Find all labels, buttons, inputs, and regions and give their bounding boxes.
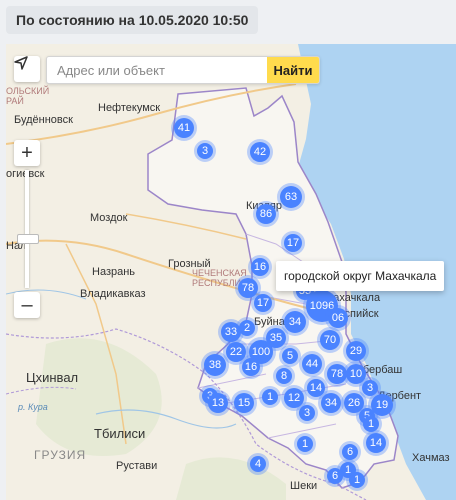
cluster-marker[interactable]: 13 (208, 393, 228, 413)
cluster-marker[interactable]: 16 (242, 358, 260, 376)
cluster-marker[interactable]: 1 (349, 472, 365, 488)
cluster-marker[interactable]: 14 (366, 433, 386, 453)
search-input[interactable] (47, 57, 267, 83)
place-rustavi: Рустави (116, 460, 158, 472)
cluster-marker[interactable]: 63 (280, 186, 302, 208)
cluster-marker[interactable]: 3 (299, 405, 315, 421)
cluster-marker[interactable]: 14 (307, 379, 325, 397)
zoom-slider-track[interactable] (25, 170, 29, 288)
cluster-marker[interactable]: 22 (226, 342, 246, 362)
zoom-out-button[interactable]: – (14, 292, 40, 318)
zoom-in-button[interactable]: + (14, 140, 40, 166)
cluster-marker[interactable]: 41 (174, 118, 194, 138)
cluster-marker[interactable]: 17 (284, 234, 302, 252)
place-nazran: Назрань (92, 266, 136, 278)
map[interactable]: Будённовск Нефтекумск Моздок Назрань Вла… (6, 44, 456, 500)
cluster-marker[interactable]: 16 (251, 258, 269, 276)
cluster-marker[interactable]: 1 (297, 436, 313, 452)
cluster-marker[interactable]: 17 (254, 294, 272, 312)
place-neftekumsk: Нефтекумск (98, 102, 161, 114)
place-mozdok: Моздок (90, 212, 128, 224)
tooltip-text: городской округ Махачкала (284, 269, 437, 283)
cluster-marker[interactable]: 8 (276, 368, 292, 384)
status-text: По состоянию на 10.05.2020 10:50 (16, 12, 249, 28)
locate-arrow-icon (14, 56, 28, 70)
cluster-marker[interactable]: 3 (362, 380, 378, 396)
cluster-marker[interactable]: 34 (321, 393, 341, 413)
country-georgia: ГРУЗИЯ (34, 448, 87, 462)
cluster-marker[interactable]: 4 (250, 456, 266, 472)
cluster-marker[interactable]: 19 (371, 394, 393, 416)
cluster-marker[interactable]: 10 (346, 364, 366, 384)
edge-label-1: ОЛЬСКИЙ (6, 86, 50, 96)
zoom-slider-handle[interactable] (17, 234, 39, 244)
cluster-marker[interactable]: 06 (328, 308, 348, 328)
cluster-marker[interactable]: 38 (204, 354, 226, 376)
cluster-marker[interactable]: 34 (284, 311, 306, 333)
river-kura: р. Кура (18, 402, 48, 412)
cluster-marker[interactable]: 3 (197, 143, 213, 159)
cluster-marker[interactable]: 29 (346, 341, 366, 361)
cluster-marker[interactable]: 6 (342, 444, 358, 460)
region-chechnya-line1: ЧЕЧЕНСКАЯ (192, 268, 247, 278)
cluster-marker[interactable]: 6 (327, 468, 343, 484)
cluster-marker[interactable]: 42 (250, 142, 270, 162)
cluster-marker[interactable]: 78 (238, 278, 258, 298)
place-khachmaz: Хачмаз (412, 452, 450, 464)
status-chip: По состоянию на 10.05.2020 10:50 (6, 6, 259, 34)
place-budennovsk: Будённовск (14, 114, 73, 126)
place-sheki: Шеки (290, 480, 318, 492)
cluster-marker[interactable]: 70 (320, 330, 340, 350)
cluster-marker[interactable]: 2 (239, 320, 255, 336)
cluster-marker[interactable]: 15 (234, 393, 254, 413)
cluster-marker[interactable]: 78 (327, 364, 347, 384)
cluster-marker[interactable]: 5 (282, 348, 298, 364)
place-tbilisi: Тбилиси (94, 426, 146, 441)
cluster-marker[interactable]: 86 (256, 204, 276, 224)
cluster-marker[interactable]: 33 (221, 322, 241, 342)
locate-button[interactable] (14, 56, 40, 82)
cluster-marker[interactable]: 12 (284, 388, 304, 408)
place-tskhinval: Цхинвал (26, 370, 79, 385)
cluster-marker[interactable]: 1 (262, 389, 278, 405)
edge-label-2: РАЙ (6, 96, 24, 106)
place-vladikavkaz: Владикавказ (80, 288, 146, 300)
search-box: Найти (46, 56, 320, 84)
search-button[interactable]: Найти (267, 57, 319, 83)
cluster-marker[interactable]: 1 (363, 416, 379, 432)
region-tooltip: городской округ Махачкала (276, 261, 445, 291)
cluster-marker[interactable]: 44 (302, 354, 322, 374)
